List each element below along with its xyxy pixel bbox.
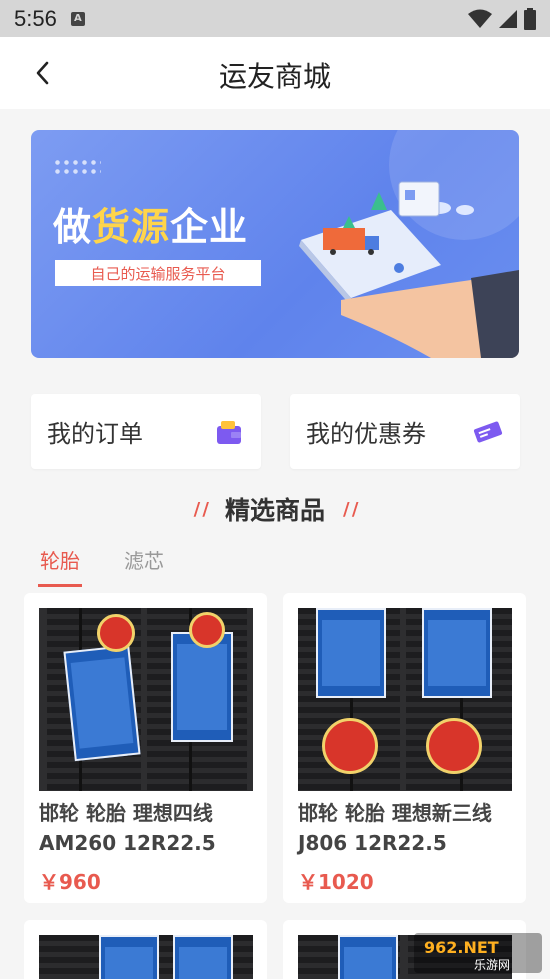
svg-text:乐游网: 乐游网 (474, 958, 510, 972)
banner-headline: 做货源企业 (53, 205, 249, 249)
product-image (298, 608, 512, 791)
tab-filters[interactable]: 滤芯 (124, 545, 164, 587)
category-tabs: 轮胎 滤芯 (38, 545, 164, 587)
status-indicators (468, 7, 536, 30)
section-title: 精选商品 (224, 496, 325, 525)
hand-phone-illustration (299, 181, 519, 358)
banner-subtitle: 自己的运输服务平台 (55, 260, 261, 286)
notification-a-icon: A (70, 11, 85, 26)
signal-icon (499, 9, 517, 28)
product-price: ￥1020 (298, 870, 374, 894)
status-bar: 5:56 A (0, 0, 550, 37)
status-time: 5:56 (14, 5, 57, 31)
site-watermark-logo: 962.NET 乐游网 (414, 933, 542, 973)
ticket-icon (473, 421, 503, 442)
product-image (39, 935, 253, 979)
my-coupons-card[interactable]: 我的优惠券 (290, 394, 520, 469)
wifi-icon (468, 9, 492, 28)
wallet-icon (217, 420, 241, 444)
svg-text:962.NET: 962.NET (424, 938, 499, 957)
product-image (39, 608, 253, 791)
product-card[interactable]: 邯轮 轮胎 理想新三线J806 12R22.5 ￥1020 (283, 593, 526, 903)
my-orders-card[interactable]: 我的订单 (31, 394, 261, 469)
nav-bar: 运友商城 (0, 37, 550, 109)
product-card-partial[interactable] (24, 920, 267, 979)
my-coupons-label: 我的优惠券 (306, 420, 426, 448)
my-orders-label: 我的订单 (47, 420, 143, 448)
page-title: 运友商城 (218, 60, 331, 93)
product-card[interactable]: 邯轮 轮胎 理想四线AM260 12R22.5 ￥960 (24, 593, 267, 903)
featured-section-header: / / 精选商品 / / (0, 489, 550, 529)
product-name: 邯轮 轮胎 理想新三线J806 12R22.5 (298, 801, 492, 855)
product-name: 邯轮 轮胎 理想四线AM260 12R22.5 (39, 801, 216, 855)
battery-icon (524, 7, 536, 30)
banner-dots-decor (53, 158, 101, 176)
slash-decor-right: / / (343, 498, 358, 520)
promo-banner[interactable]: 做货源企业 自己的运输服务平台 (31, 130, 519, 358)
tab-tires[interactable]: 轮胎 (38, 545, 82, 587)
slash-decor-left: / / (193, 498, 209, 520)
product-price: ￥960 (39, 870, 101, 894)
